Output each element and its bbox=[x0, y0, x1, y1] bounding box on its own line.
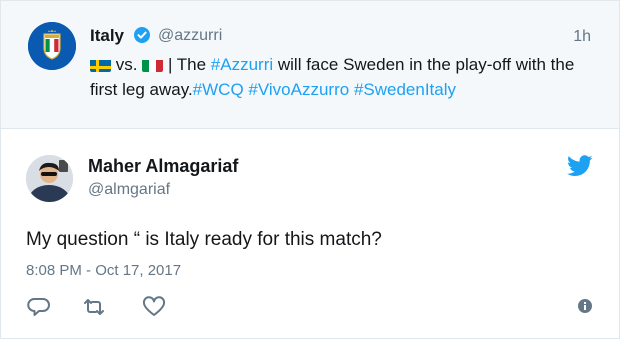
author-handle[interactable]: @almgariaf bbox=[88, 181, 170, 199]
sweden-flag-icon bbox=[90, 57, 111, 72]
tweet-timestamp[interactable]: 8:08 PM - Oct 17, 2017 bbox=[26, 262, 181, 279]
italy-federation-avatar[interactable] bbox=[28, 22, 76, 70]
parent-timestamp[interactable]: 1h bbox=[573, 28, 591, 46]
hashtag-swedenitaly[interactable]: #SwedenItaly bbox=[354, 80, 456, 99]
parent-tweet[interactable]: Italy @azzurri 1h vs. | The #Azzurri wil… bbox=[1, 1, 619, 129]
like-icon[interactable] bbox=[141, 294, 167, 320]
italy-flag-icon bbox=[142, 57, 164, 72]
tweet-card: Italy @azzurri 1h vs. | The #Azzurri wil… bbox=[0, 0, 620, 339]
info-icon[interactable] bbox=[572, 294, 598, 320]
vs-text: vs. bbox=[115, 55, 138, 74]
parent-author-name[interactable]: Italy bbox=[90, 26, 124, 46]
avatar[interactable] bbox=[26, 155, 73, 202]
twitter-bird-icon[interactable] bbox=[567, 155, 593, 177]
tweet-actions bbox=[26, 294, 596, 320]
hashtag-vivoazzurro[interactable]: #VivoAzzurro bbox=[248, 80, 349, 99]
tweet-text: My question “ is Italy ready for this ma… bbox=[26, 229, 382, 250]
parent-tweet-text: vs. | The #Azzurri will face Sweden in t… bbox=[90, 52, 600, 102]
parent-author-handle[interactable]: @azzurri bbox=[158, 27, 222, 45]
verified-badge-icon bbox=[134, 27, 150, 43]
retweet-icon[interactable] bbox=[81, 294, 107, 320]
hashtag-azzurri[interactable]: #Azzurri bbox=[211, 55, 273, 74]
text-part-a: | The bbox=[167, 55, 211, 74]
author-name[interactable]: Maher Almagariaf bbox=[88, 156, 238, 177]
reply-icon[interactable] bbox=[26, 294, 52, 320]
hashtag-wcq[interactable]: #WCQ bbox=[193, 80, 244, 99]
